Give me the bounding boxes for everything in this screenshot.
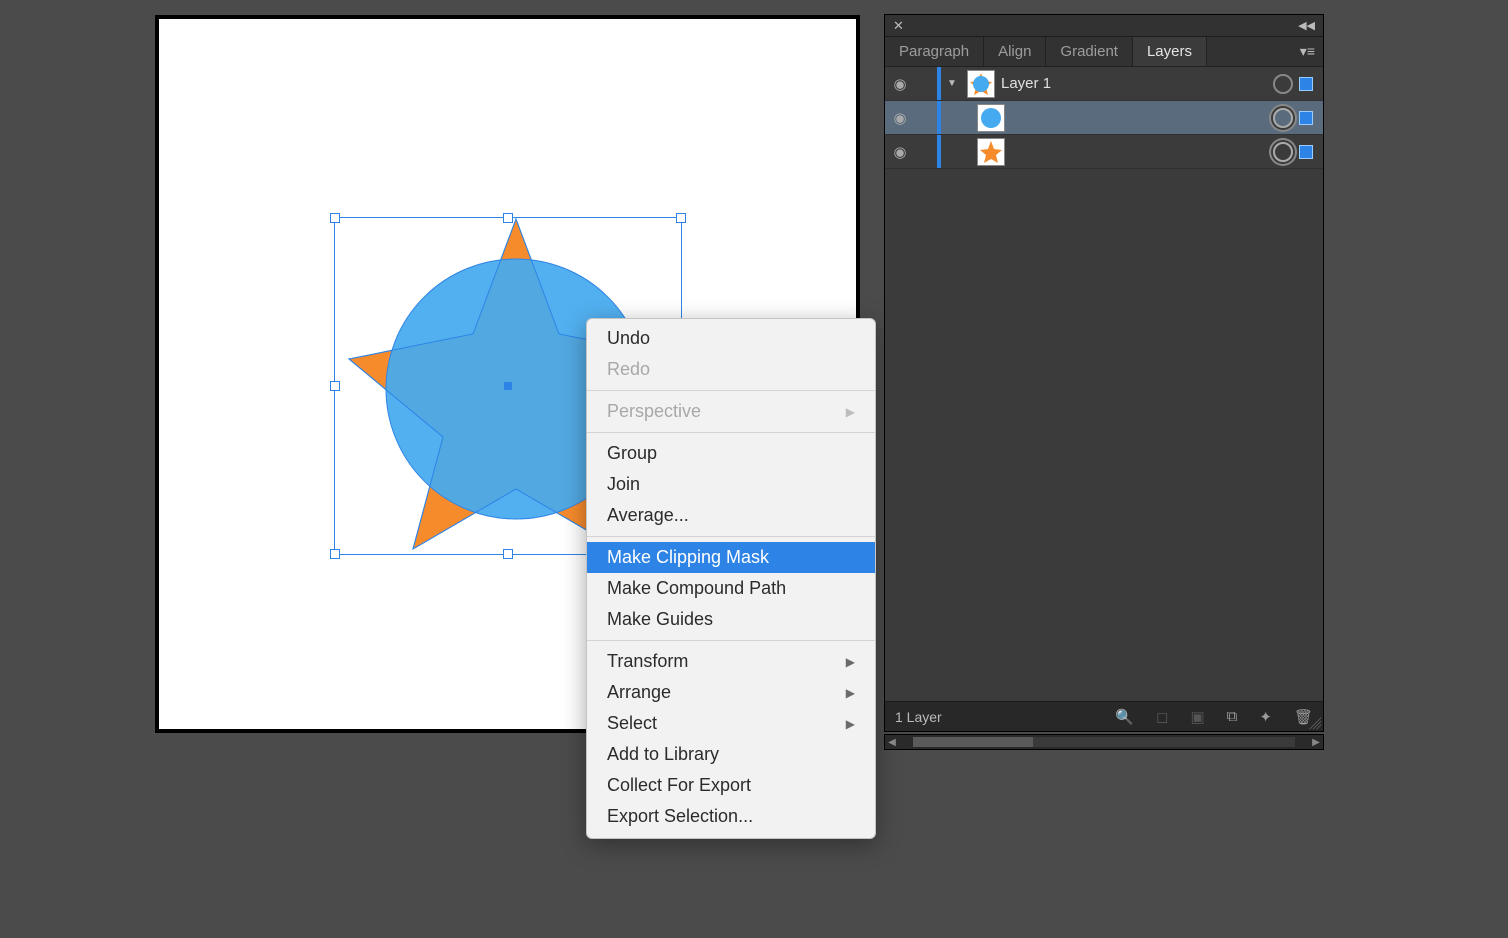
layer-name[interactable]: Layer 1	[1001, 75, 1267, 92]
selection-swatch[interactable]	[1299, 77, 1313, 91]
chevron-right-icon: ▶	[846, 686, 855, 700]
layer-row[interactable]: ◉ ▼ Layer 1	[885, 67, 1323, 101]
tab-align[interactable]: Align	[984, 37, 1046, 66]
close-icon[interactable]: ✕	[893, 18, 904, 34]
ctx-make-guides[interactable]: Make Guides	[587, 604, 875, 635]
ctx-export-selection-[interactable]: Export Selection...	[587, 801, 875, 832]
chevron-right-icon: ▶	[846, 405, 855, 419]
layer-row[interactable]: ◉	[885, 135, 1323, 169]
search-icon[interactable]: 🔍	[1115, 708, 1134, 726]
resize-handle[interactable]	[330, 549, 340, 559]
tab-paragraph[interactable]: Paragraph	[885, 37, 984, 66]
selection-center[interactable]	[504, 382, 512, 390]
menu-separator	[587, 390, 875, 391]
ctx-perspective: Perspective▶	[587, 396, 875, 427]
locate-icon[interactable]: ◻	[1156, 708, 1168, 726]
new-sublayer-icon[interactable]: ⧉	[1227, 708, 1238, 725]
chevron-right-icon: ▶	[846, 655, 855, 669]
ctx-select[interactable]: Select▶	[587, 708, 875, 739]
panel-tabs: ParagraphAlignGradientLayers ▾≡	[885, 37, 1323, 67]
panel-menu-icon[interactable]: ▾≡	[1292, 37, 1323, 66]
resize-handle[interactable]	[503, 549, 513, 559]
ctx-undo[interactable]: Undo	[587, 323, 875, 354]
ctx-collect-for-export[interactable]: Collect For Export	[587, 770, 875, 801]
mask-icon[interactable]: ▣	[1190, 708, 1204, 726]
resize-handle[interactable]	[676, 213, 686, 223]
visibility-icon[interactable]: ◉	[885, 109, 915, 127]
ctx-make-compound-path[interactable]: Make Compound Path	[587, 573, 875, 604]
layers-panel: ✕ ◀◀ ParagraphAlignGradientLayers ▾≡ ◉ ▼ …	[884, 14, 1324, 732]
tab-gradient[interactable]: Gradient	[1046, 37, 1133, 66]
panel-resize-handle[interactable]	[1309, 717, 1321, 729]
layer-row[interactable]: ◉	[885, 101, 1323, 135]
disclosure-icon[interactable]: ▼	[943, 78, 961, 89]
tab-layers[interactable]: Layers	[1133, 37, 1207, 66]
visibility-icon[interactable]: ◉	[885, 75, 915, 93]
new-layer-icon[interactable]: ✦	[1259, 708, 1272, 726]
ctx-arrange[interactable]: Arrange▶	[587, 677, 875, 708]
collapse-icon[interactable]: ◀◀	[1298, 19, 1315, 32]
layer-thumb	[967, 70, 995, 98]
ctx-group[interactable]: Group	[587, 438, 875, 469]
visibility-icon[interactable]: ◉	[885, 143, 915, 161]
target-icon[interactable]	[1273, 74, 1293, 94]
context-menu: UndoRedo Perspective▶ GroupJoinAverage... M…	[586, 318, 876, 839]
panel-statusbar: 1 Layer 🔍 ◻ ▣ ⧉ ✦ 🗑	[885, 701, 1323, 731]
ctx-redo: Redo	[587, 354, 875, 385]
ctx-average-[interactable]: Average...	[587, 500, 875, 531]
menu-separator	[587, 432, 875, 433]
resize-handle[interactable]	[503, 213, 513, 223]
chevron-right-icon: ▶	[846, 717, 855, 731]
layer-count: 1 Layer	[895, 709, 942, 725]
selection-swatch[interactable]	[1299, 145, 1313, 159]
ctx-make-clipping-mask[interactable]: Make Clipping Mask	[587, 542, 875, 573]
layer-thumb	[977, 104, 1005, 132]
target-icon[interactable]	[1273, 108, 1293, 128]
menu-separator	[587, 640, 875, 641]
resize-handle[interactable]	[330, 381, 340, 391]
target-icon[interactable]	[1273, 142, 1293, 162]
panel-scrollbar[interactable]: ◀▶	[884, 734, 1324, 750]
ctx-join[interactable]: Join	[587, 469, 875, 500]
ctx-add-to-library[interactable]: Add to Library	[587, 739, 875, 770]
resize-handle[interactable]	[330, 213, 340, 223]
menu-separator	[587, 536, 875, 537]
ctx-transform[interactable]: Transform▶	[587, 646, 875, 677]
layer-thumb	[977, 138, 1005, 166]
selection-swatch[interactable]	[1299, 111, 1313, 125]
layers-list: ◉ ▼ Layer 1 ◉ ◉	[885, 67, 1323, 701]
